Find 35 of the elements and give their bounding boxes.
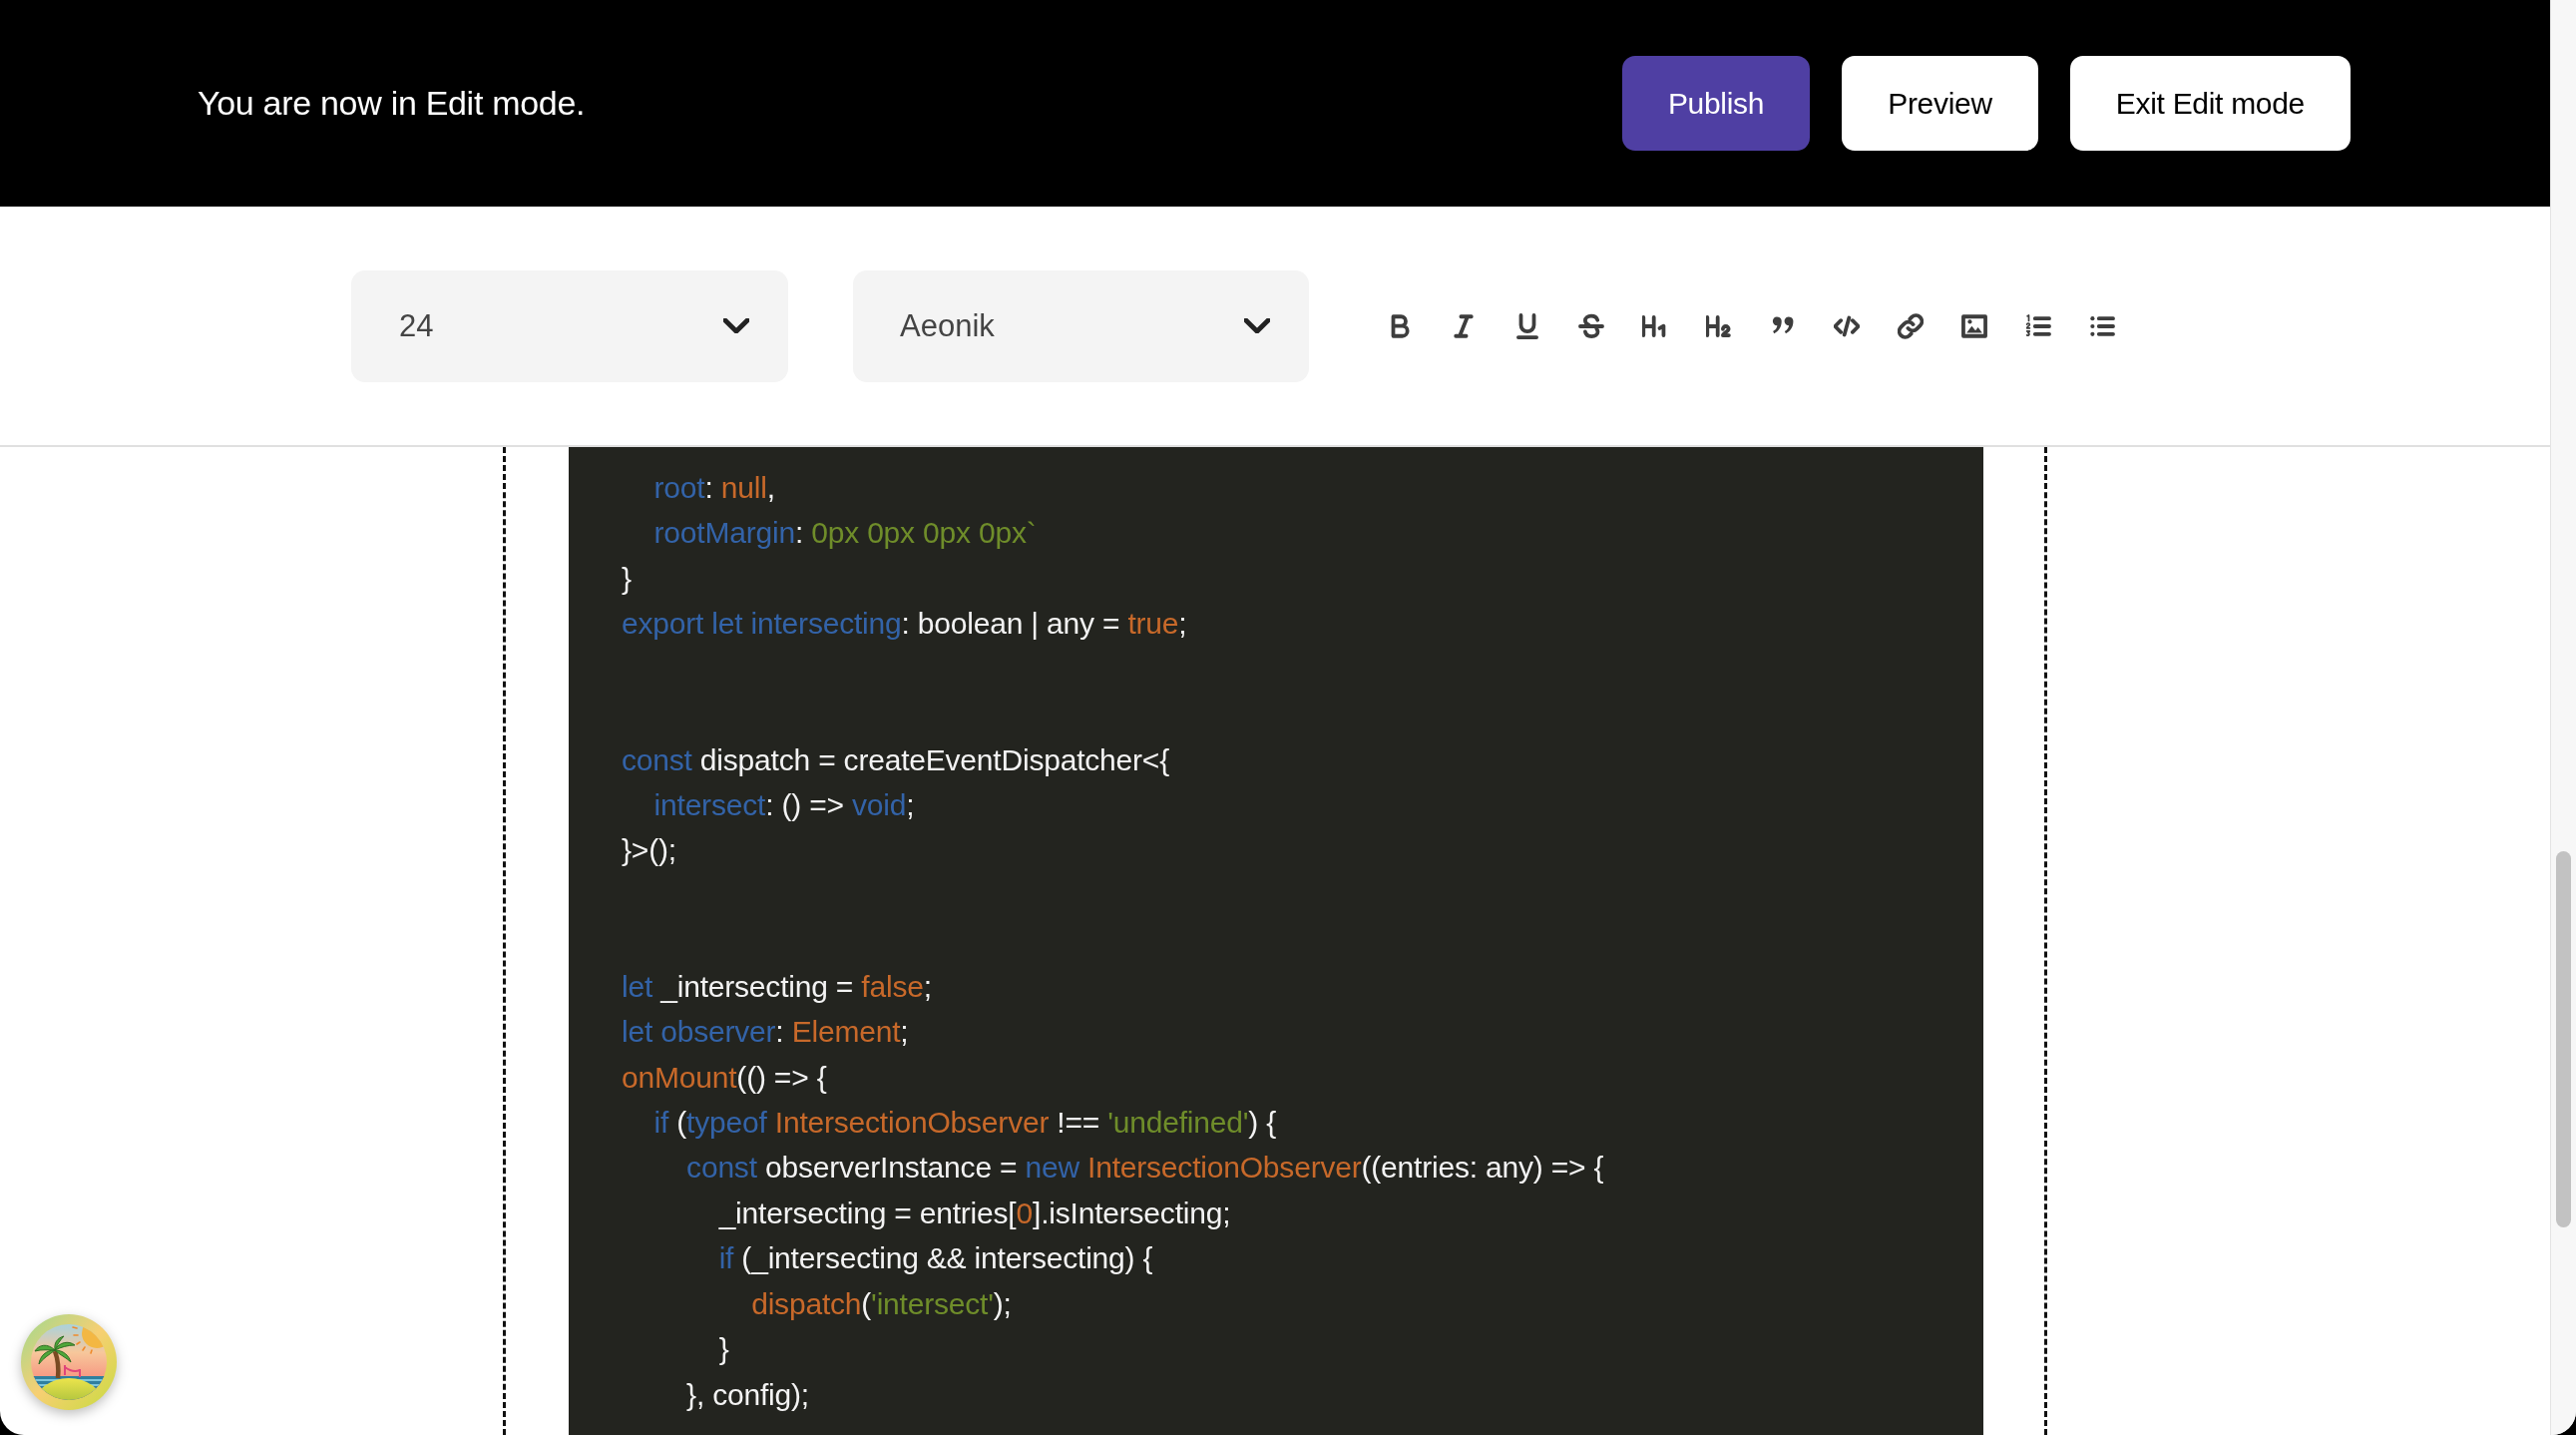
island-icon[interactable]: [21, 1314, 117, 1410]
code-line: }>();: [622, 832, 676, 869]
code-line: root: null,: [653, 470, 775, 506]
code-line: const observerInstance = new IntersectionObserver((entries: any) => {: [686, 1150, 1604, 1187]
code-line: rootMargin: 0px 0px 0px 0px`: [653, 515, 1037, 552]
preview-button[interactable]: Preview: [1842, 56, 2038, 151]
font-size-select[interactable]: 24: [351, 269, 788, 382]
exit-edit-mode-button[interactable]: Exit Edit mode: [2069, 56, 2351, 151]
code-line: if (typeof IntersectionObserver !== 'undefined') {: [653, 1105, 1277, 1142]
code-line: }: [718, 1331, 729, 1368]
code-line: let observer: Element;: [622, 1014, 909, 1051]
italic-icon[interactable]: [1451, 312, 1477, 339]
chevron-down-icon: [1244, 318, 1270, 333]
publish-button[interactable]: Publish: [1621, 56, 1811, 151]
font-family-select[interactable]: Aeonik: [853, 269, 1309, 382]
scrollbar-thumb[interactable]: [2556, 851, 2571, 1227]
numbered-list-icon[interactable]: [2025, 312, 2051, 339]
code-line: }, config);: [686, 1376, 809, 1413]
code-line: intersect: () => void;: [653, 787, 915, 824]
code-line: _intersecting = entries[0].isIntersecting;: [718, 1195, 1231, 1231]
image-icon[interactable]: [1961, 312, 1987, 339]
underline-icon[interactable]: [1514, 312, 1540, 339]
link-icon[interactable]: [1898, 312, 1924, 339]
code-line: export let intersecting: boolean | any = true;: [622, 606, 1187, 643]
chevron-down-icon: [723, 318, 749, 333]
strikethrough-icon[interactable]: [1578, 312, 1604, 339]
code-line: if (_intersecting && intersecting) {: [718, 1240, 1153, 1277]
code-line: onMount(() => {: [622, 1059, 827, 1096]
code-line: }: [622, 560, 632, 597]
code-line: const dispatch = createEventDispatcher<{: [622, 741, 1169, 778]
code-line: let _intersecting = false;: [622, 968, 932, 1005]
code-line: dispatch('intersect');: [751, 1285, 1012, 1322]
banner-message: You are now in Edit mode.: [198, 84, 586, 123]
heading-two-icon[interactable]: [1706, 312, 1732, 339]
heading-one-icon[interactable]: [1642, 312, 1668, 339]
